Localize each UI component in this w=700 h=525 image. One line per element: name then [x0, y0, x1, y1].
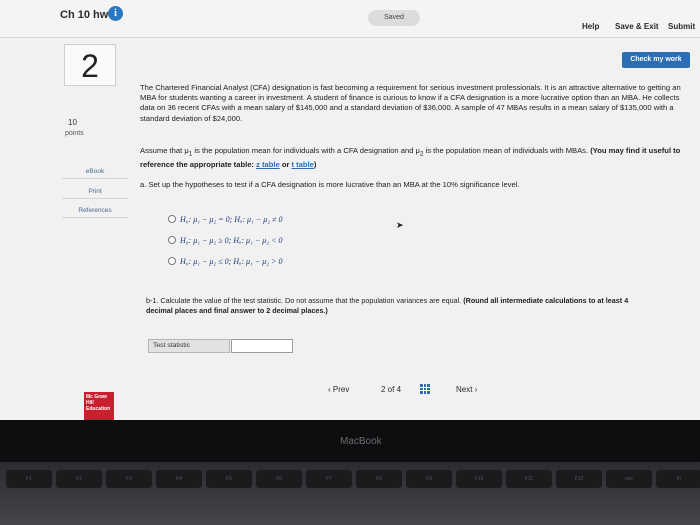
keyboard-key: F1	[6, 470, 52, 488]
page-indicator: 2 of 4	[381, 385, 402, 394]
info-icon[interactable]: i	[108, 6, 123, 21]
test-statistic-input[interactable]	[231, 339, 293, 353]
top-bar: Ch 10 hw i Saved Help Save & Exit Submit	[0, 0, 700, 38]
keyboard-key: F7	[306, 470, 352, 488]
close-paren: )	[313, 159, 317, 169]
or-text: or	[279, 159, 292, 169]
keyboard-key: F5	[206, 470, 252, 488]
question-prompt: The Chartered Financial Analyst (CFA) de…	[140, 83, 681, 123]
radio-button[interactable]	[168, 257, 176, 265]
question-number: 2	[64, 44, 116, 86]
keyboard-key: esc	[606, 470, 652, 488]
ebook-button[interactable]: eBook	[62, 164, 128, 179]
t-table-link[interactable]: t table	[292, 160, 314, 169]
saved-status-badge: Saved	[368, 10, 420, 26]
keyboard-key: F9	[406, 470, 452, 488]
prev-button[interactable]: ‹ Prev	[328, 385, 349, 394]
keyboard-key: fn	[656, 470, 700, 488]
submit-link[interactable]: Submit	[668, 22, 695, 31]
assumption-text: Assume that μ1 is the population mean fo…	[140, 146, 685, 170]
laptop-brand: MacBook	[340, 436, 382, 447]
print-button[interactable]: Print	[62, 184, 128, 199]
browser-screen: Ch 10 hw i Saved Help Save & Exit Submit…	[0, 0, 700, 420]
keyboard-key: F2	[56, 470, 102, 488]
part-b1-question: b-1. Calculate the value of the test sta…	[146, 296, 656, 315]
keyboard-key: F8	[356, 470, 402, 488]
option-label: H₀: μ₁ − μ₂ ≤ 0; Hₐ: μ₁ − μ₂ > 0	[180, 257, 283, 266]
assume-text-1: Assume that μ	[140, 146, 189, 155]
question-prompt-container: The Chartered Financial Analyst (CFA) de…	[140, 83, 688, 124]
keyboard-key: F11	[506, 470, 552, 488]
test-statistic-label: Test statistic	[148, 339, 230, 353]
option-label: H₀: μ₁ − μ₂ = 0; Hₐ: μ₁ − μ₂ ≠ 0	[180, 215, 283, 224]
z-table-link[interactable]: z table	[256, 160, 280, 169]
assume-text-3: is the population mean of individuals wi…	[423, 146, 591, 155]
question-grid-icon[interactable]	[420, 384, 430, 394]
assume-text-2: is the population mean for individuals w…	[192, 146, 420, 155]
check-my-work-button[interactable]: Check my work	[622, 52, 690, 68]
part-a-question: a. Set up the hypotheses to test if a CF…	[140, 180, 520, 189]
next-button[interactable]: Next ›	[456, 385, 477, 394]
part-b1-text: b-1. Calculate the value of the test sta…	[146, 296, 464, 305]
keyboard-key: F12	[556, 470, 602, 488]
save-exit-link[interactable]: Save & Exit	[615, 22, 659, 31]
keyboard-key: F6	[256, 470, 302, 488]
keyboard-key: F3	[106, 470, 152, 488]
radio-button[interactable]	[168, 215, 176, 223]
mcgraw-hill-logo: Mc Graw Hill Education	[84, 392, 114, 420]
references-button[interactable]: References	[62, 203, 128, 218]
hypothesis-option-3[interactable]: H₀: μ₁ − μ₂ ≤ 0; Hₐ: μ₁ − μ₂ > 0	[168, 257, 282, 271]
points-label: points	[65, 130, 84, 137]
function-key-row: F1 F2 F3 F4 F5 F6 F7 F8 F9 F10 F11 F12 esc fn	[0, 470, 700, 490]
mouse-cursor-icon: ➤	[396, 220, 404, 230]
option-label: H₀: μ₁ − μ₂ ≥ 0; Hₐ: μ₁ − μ₂ < 0	[180, 236, 283, 245]
points-value: 10	[68, 118, 77, 127]
keyboard-key: F4	[156, 470, 202, 488]
hypothesis-option-2[interactable]: H₀: μ₁ − μ₂ ≥ 0; Hₐ: μ₁ − μ₂ < 0	[168, 236, 282, 250]
help-link[interactable]: Help	[582, 22, 599, 31]
hypothesis-option-1[interactable]: H₀: μ₁ − μ₂ = 0; Hₐ: μ₁ − μ₂ ≠ 0	[168, 215, 282, 229]
keyboard-key: F10	[456, 470, 502, 488]
radio-button[interactable]	[168, 236, 176, 244]
assignment-title: Ch 10 hw	[60, 9, 109, 21]
